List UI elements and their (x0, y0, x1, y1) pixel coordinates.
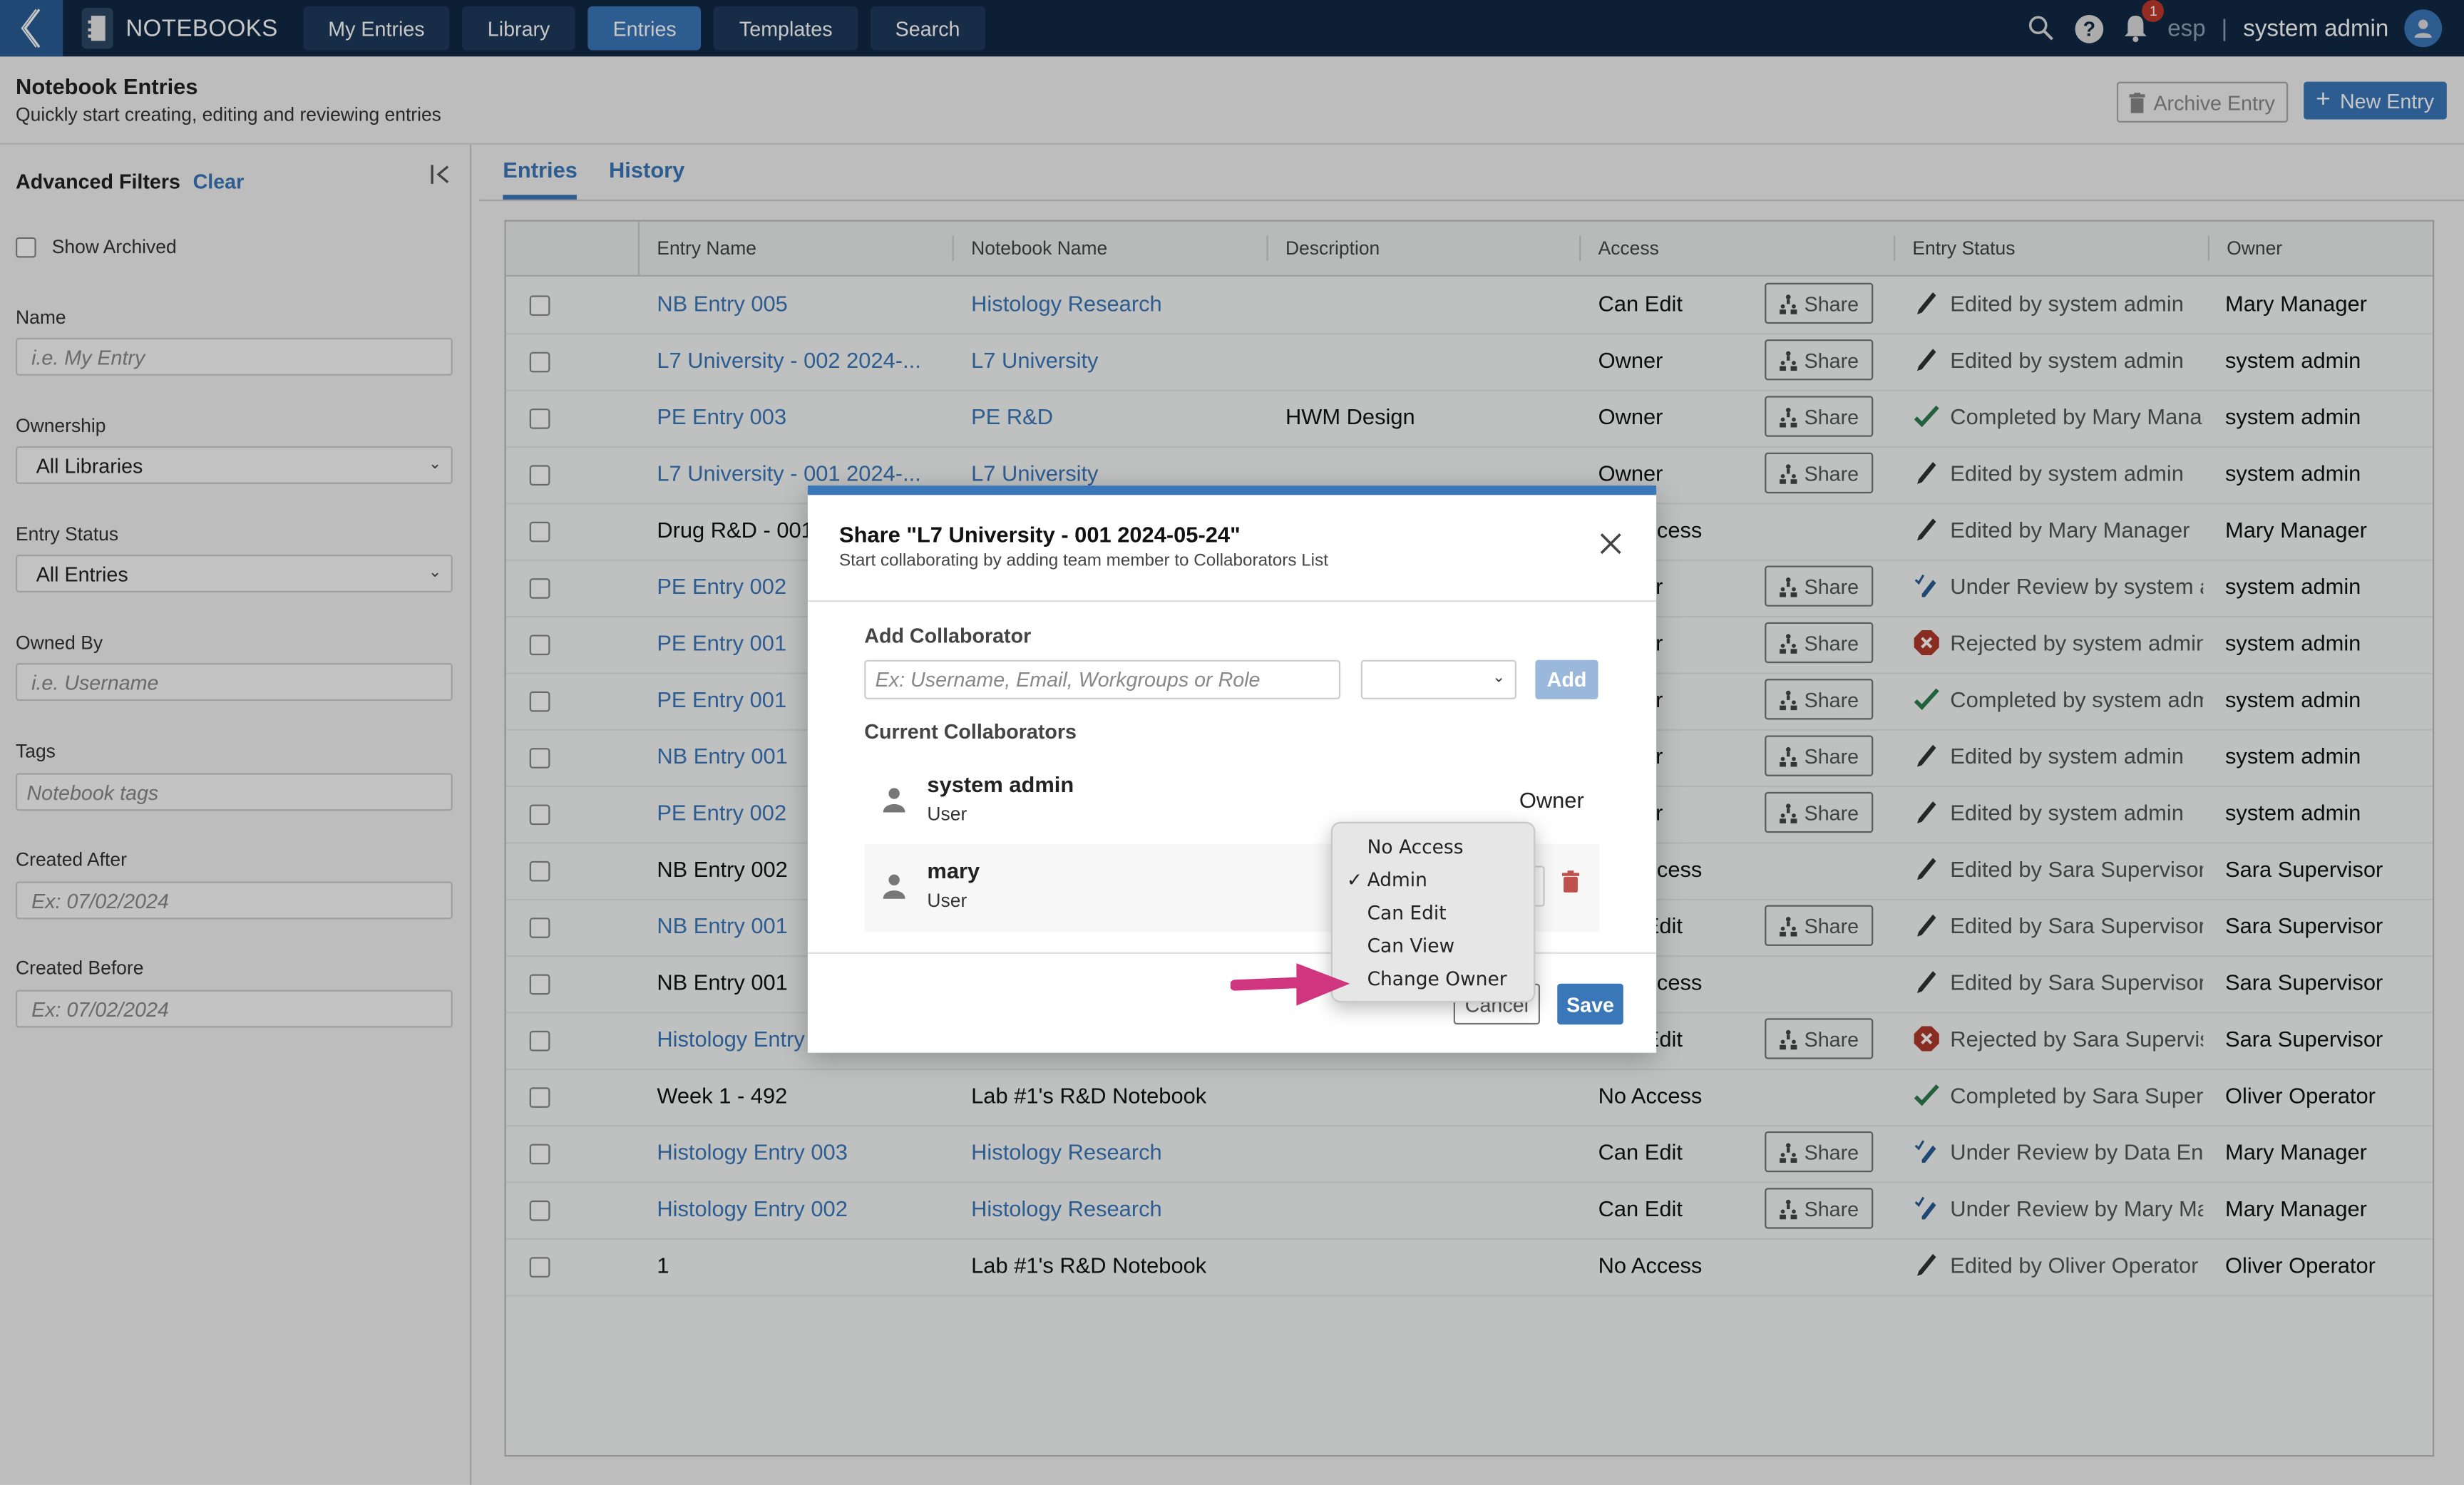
current-collaborators-label: Current Collaborators (864, 719, 1077, 744)
user-icon (880, 786, 908, 822)
save-button[interactable]: Save (1557, 983, 1623, 1025)
app-root: NOTEBOOKS My Entries Library Entries Templa… (0, 0, 2464, 1485)
modal-subtitle: Start collaborating by adding team membe… (838, 551, 1328, 571)
role-option-change-owner[interactable]: Change Owner (1367, 963, 1507, 995)
user-icon (880, 872, 908, 908)
role-option-can-edit[interactable]: Can Edit (1367, 898, 1447, 929)
checkmark-icon: ✓ (1346, 868, 1363, 891)
collaborator-name: mary (927, 858, 980, 883)
collaborator-type: User (927, 889, 967, 912)
modal-divider (807, 600, 1657, 602)
role-dropdown-menu: No Access ✓ Admin Can Edit Can View Chang… (1330, 821, 1536, 1003)
role-option-admin[interactable]: ✓ Admin (1347, 864, 1427, 895)
collaborator-search-input[interactable]: Ex: Username, Email, Workgroups or Role (864, 659, 1341, 699)
collaborator-role-select[interactable]: ⌄ (1360, 659, 1516, 699)
add-collaborator-label: Add Collaborator (864, 624, 1032, 648)
add-collaborator-button[interactable]: Add (1535, 659, 1598, 699)
modal-title: Share "L7 University - 001 2024-05-24" (838, 521, 1241, 548)
role-option-can-view[interactable]: Can View (1367, 930, 1455, 962)
chevron-down-icon: ⌄ (1492, 669, 1506, 687)
close-icon[interactable] (1600, 530, 1622, 561)
collaborator-type: User (927, 803, 967, 826)
collaborator-role: Owner (1519, 787, 1584, 813)
role-option-no-access[interactable]: No Access (1367, 831, 1464, 863)
annotation-arrow-icon (1230, 963, 1350, 1006)
trash-icon[interactable] (1561, 870, 1580, 900)
collaborator-name: system admin (927, 771, 1074, 797)
